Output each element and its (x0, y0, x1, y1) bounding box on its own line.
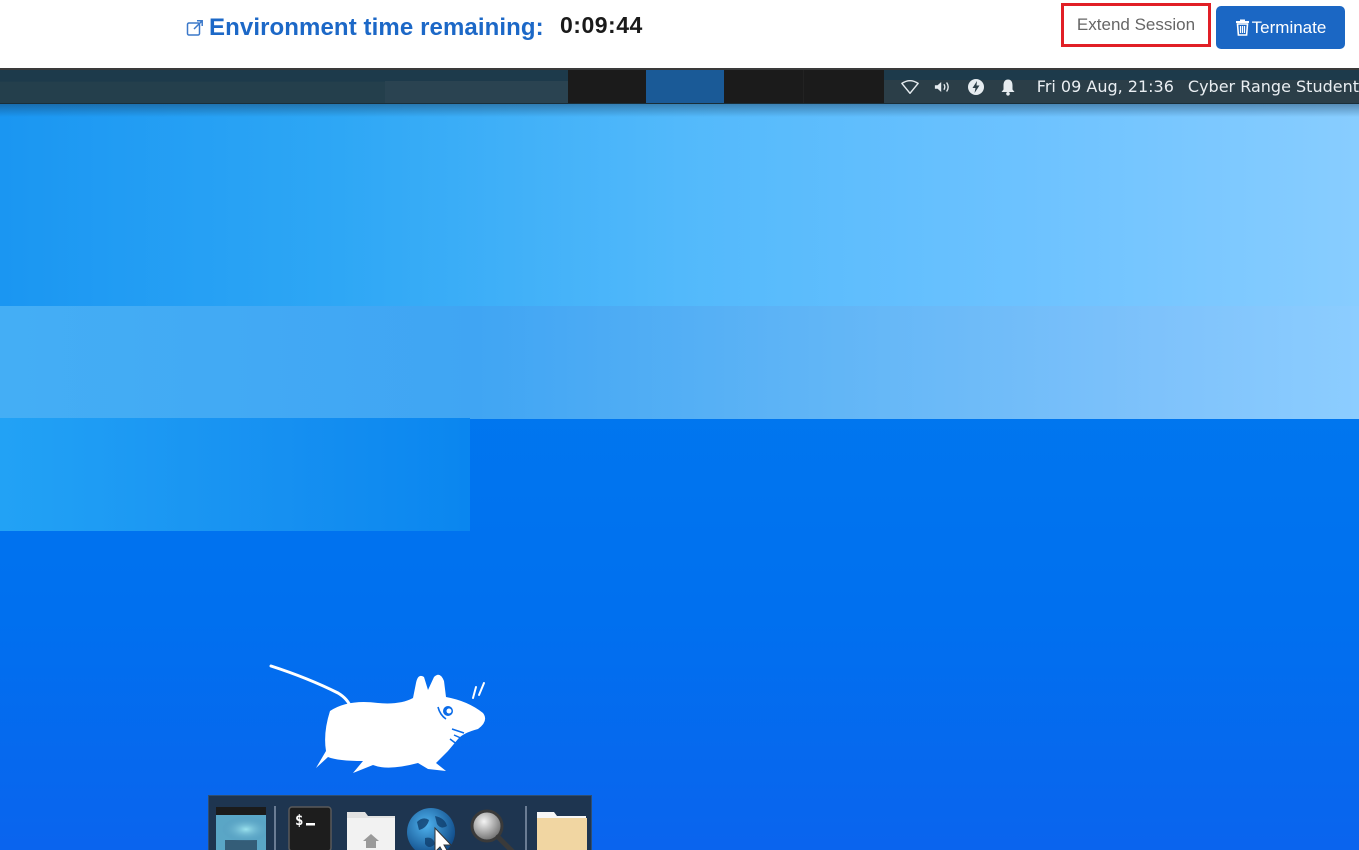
panel-empty-area (0, 70, 568, 103)
notification-bell-icon[interactable] (1000, 78, 1017, 96)
power-icon[interactable] (967, 78, 985, 96)
terminate-label: Terminate (1251, 17, 1327, 37)
panel-shadow (0, 103, 1359, 117)
extend-session-button[interactable]: Extend Session (1061, 3, 1211, 47)
dock-terminal[interactable]: $ (287, 804, 341, 850)
magnifier-icon (470, 809, 515, 850)
remote-desktop[interactable]: Fri 09 Aug, 21:36 Cyber Range Student $ (0, 68, 1359, 850)
dock-home-folder[interactable] (343, 804, 397, 850)
volume-icon[interactable] (934, 78, 952, 96)
terminal-icon: $ (288, 806, 332, 850)
external-link-icon[interactable] (186, 19, 204, 37)
environment-title: Environment time remaining: (186, 14, 544, 42)
trash-icon (1235, 19, 1249, 36)
dock-show-desktop[interactable] (213, 804, 267, 850)
globe-icon (407, 808, 455, 850)
wallpaper-band (0, 306, 1359, 419)
session-header: Environment time remaining: 0:09:44 Exte… (0, 0, 1359, 68)
taskbar-button-active[interactable] (646, 70, 724, 103)
svg-text:$: $ (295, 813, 303, 829)
xfce-top-panel: Fri 09 Aug, 21:36 Cyber Range Student (0, 70, 1359, 104)
dock-separator (525, 806, 527, 850)
folder-icon (537, 812, 587, 850)
dock-separator (274, 806, 276, 850)
environment-time-label: Environment time remaining: (209, 14, 544, 41)
wallpaper-band (0, 103, 1359, 307)
taskbar-button[interactable] (804, 70, 884, 103)
dock-file-manager[interactable] (534, 804, 588, 850)
system-tray: Fri 09 Aug, 21:36 Cyber Range Student (884, 70, 1359, 103)
panel-user-menu[interactable]: Cyber Range Student (1188, 77, 1359, 96)
terminate-button[interactable]: Terminate (1216, 6, 1345, 49)
show-desktop-icon (216, 807, 266, 850)
panel-clock[interactable]: Fri 09 Aug, 21:36 (1037, 77, 1174, 96)
wifi-icon[interactable] (901, 78, 919, 96)
extend-session-label: Extend Session (1076, 15, 1196, 34)
dock-web-browser[interactable] (405, 804, 459, 850)
taskbar-button[interactable] (724, 70, 804, 103)
xfce-mouse-logo (269, 664, 486, 773)
time-remaining-value: 0:09:44 (560, 12, 643, 38)
dock-app-finder[interactable] (465, 804, 519, 850)
wallpaper-band (0, 418, 470, 531)
taskbar-button[interactable] (568, 70, 646, 103)
home-folder-icon (347, 812, 395, 850)
application-dock: $ (208, 795, 592, 850)
